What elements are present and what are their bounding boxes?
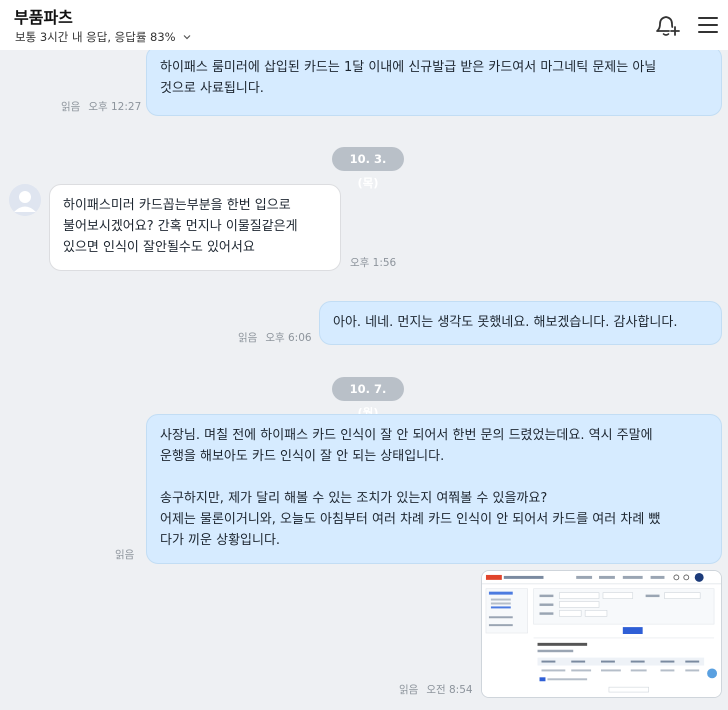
chevron-down-icon [183,35,191,40]
message-time: 오후 6:06 [265,332,312,344]
message-time: 오후 1:56 [350,257,397,269]
incoming-message[interactable]: 하이패스미러 카드꼽는부분을 한번 입으로 불어보시겠어요? 간혹 먼지나 이물… [49,184,341,271]
message-meta: 읽음 오전 8:54 [399,682,473,697]
outgoing-message[interactable]: 하이패스 룸미러에 삽입된 카드는 1달 이내에 신규발급 받은 카드여서 마그… [146,50,722,116]
user-avatar-icon [9,184,41,216]
read-status: 읽음 [399,684,419,696]
screenshot-thumbnail [482,571,721,697]
response-info-text: 보통 3시간 내 응답, 응답률 83% [15,30,176,44]
message-time: 오전 8:54 [426,684,473,696]
chat-area[interactable]: 읽음 오후 12:27 하이패스 룸미러에 삽입된 카드는 1달 이내에 신규발급… [0,50,728,710]
message-meta: 읽음 오후 12:27 [61,99,141,114]
message-time: 오후 12:27 [88,101,142,113]
date-divider: 10. 7.(월) [332,377,404,420]
date-divider: 10. 3.(목) [332,147,404,190]
image-attachment[interactable] [481,570,722,698]
read-status: 읽음 [115,549,135,561]
notification-button[interactable] [653,12,681,38]
hamburger-menu-icon [698,17,718,33]
outgoing-message[interactable]: 사장님. 며칠 전에 하이패스 카드 인식이 잘 안 되어서 한번 문의 드렸었… [146,414,722,564]
seller-name[interactable]: 부품파츠 [14,4,73,28]
read-status: 읽음 [61,101,81,113]
read-status: 읽음 [238,332,258,344]
response-info[interactable]: 보통 3시간 내 응답, 응답률 83% [15,29,192,45]
bell-plus-icon [656,16,680,36]
chat-header: 부품파츠 보통 3시간 내 응답, 응답률 83% [0,0,728,50]
outgoing-message[interactable]: 아아. 네네. 먼지는 생각도 못했네요. 해보겠습니다. 감사합니다. [319,301,722,345]
menu-button[interactable] [696,12,720,38]
message-meta: 읽음 오후 6:06 [238,330,312,345]
avatar[interactable] [9,184,41,216]
